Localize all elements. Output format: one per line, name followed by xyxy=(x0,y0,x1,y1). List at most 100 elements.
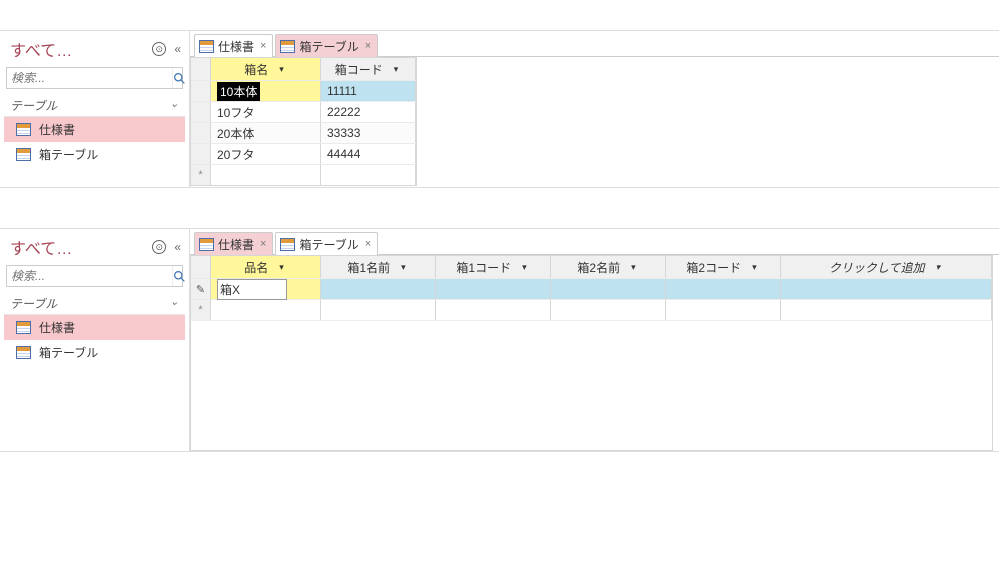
grid-blank-area xyxy=(191,320,992,450)
new-row[interactable]: * xyxy=(191,299,992,320)
cell-empty[interactable] xyxy=(551,300,666,320)
table-row[interactable]: 10フタ 22222 xyxy=(191,101,416,122)
nav-collapse-icon[interactable]: « xyxy=(172,42,183,56)
close-icon[interactable]: × xyxy=(258,40,268,52)
nav-menu-icon[interactable]: ⊙ xyxy=(152,42,166,56)
row-selector[interactable] xyxy=(191,102,211,122)
col-header-hakomei[interactable]: 箱名 ▾ xyxy=(211,58,321,80)
table-icon xyxy=(280,40,295,53)
drop-icon[interactable]: ▾ xyxy=(276,262,287,273)
cell-editing-value[interactable]: 箱X xyxy=(217,279,287,300)
col-header-hinmei[interactable]: 品名 ▾ xyxy=(211,256,321,278)
cell-hakomei[interactable]: 20本体 xyxy=(211,123,321,143)
select-all-cell[interactable] xyxy=(191,58,211,80)
drop-icon[interactable]: ▾ xyxy=(398,262,409,273)
cell-hako1namae[interactable] xyxy=(321,279,436,299)
drop-icon[interactable]: ▾ xyxy=(391,64,402,75)
nav-item-shiyousho[interactable]: 仕様書 xyxy=(4,117,185,142)
panel-bottom: すべて… ⊙ « テーブル ⌄ 仕様書 箱テーブル 仕様書 xyxy=(0,228,999,452)
cell-hakocode[interactable]: 33333 xyxy=(321,123,416,143)
table-icon xyxy=(16,321,31,334)
cell-hakocode[interactable]: 11111 xyxy=(321,81,416,101)
nav-item-hakotable[interactable]: 箱テーブル xyxy=(4,142,185,167)
select-all-cell[interactable] xyxy=(191,256,211,278)
new-row[interactable]: * xyxy=(191,164,416,185)
col-header-hakocode[interactable]: 箱コード ▾ xyxy=(321,58,416,80)
table-row[interactable]: 10本体 11111 xyxy=(191,80,416,101)
tab-label: 仕様書 xyxy=(218,236,254,253)
close-icon[interactable]: × xyxy=(258,238,268,250)
cell-empty[interactable] xyxy=(321,165,416,185)
tab-shiyousho[interactable]: 仕様書 × xyxy=(194,232,273,255)
tab-hakotable[interactable]: 箱テーブル × xyxy=(275,232,378,255)
nav-item-hakotable[interactable]: 箱テーブル xyxy=(4,340,185,365)
table-icon xyxy=(199,40,214,53)
col-label: 箱2名前 xyxy=(577,259,620,276)
drop-icon[interactable]: ▾ xyxy=(749,262,760,273)
cell-hakocode[interactable]: 22222 xyxy=(321,102,416,122)
search-icon[interactable] xyxy=(172,266,186,286)
col-label: 箱1名前 xyxy=(347,259,390,276)
table-icon xyxy=(16,123,31,136)
row-selector-edit-icon[interactable]: ✎ xyxy=(191,279,211,299)
cell-editing-value[interactable]: 10本体 xyxy=(217,82,260,101)
new-row-icon[interactable]: * xyxy=(191,300,211,320)
cell-hako2code[interactable] xyxy=(666,279,781,299)
nav-item-label: 仕様書 xyxy=(39,319,75,336)
table-row[interactable]: 20本体 33333 xyxy=(191,122,416,143)
drop-icon[interactable]: ▾ xyxy=(933,262,944,273)
tab-strip: 仕様書 × 箱テーブル × xyxy=(190,31,999,57)
search-input[interactable] xyxy=(7,68,172,88)
col-header-add[interactable]: クリックして追加 ▾ xyxy=(781,256,992,278)
cell-hakocode[interactable]: 44444 xyxy=(321,144,416,164)
col-header-hako2code[interactable]: 箱2コード ▾ xyxy=(666,256,781,278)
search-input[interactable] xyxy=(7,266,172,286)
cell-empty[interactable] xyxy=(781,300,992,320)
nav-title: すべて… xyxy=(10,37,152,61)
panel-top: すべて… ⊙ « テーブル ⌄ 仕様書 箱テーブル 仕様書 xyxy=(0,30,999,188)
nav-pane: すべて… ⊙ « テーブル ⌄ 仕様書 箱テーブル xyxy=(0,31,190,187)
cell-hakomei[interactable]: 10フタ xyxy=(211,102,321,122)
close-icon[interactable]: × xyxy=(363,238,373,250)
table-icon xyxy=(280,238,295,251)
table-icon xyxy=(16,346,31,359)
close-icon[interactable]: × xyxy=(363,40,373,52)
nav-group-tables[interactable]: テーブル ⌄ xyxy=(4,95,185,117)
row-selector[interactable] xyxy=(191,123,211,143)
tab-strip: 仕様書 × 箱テーブル × xyxy=(190,229,999,255)
cell-hako1code[interactable] xyxy=(436,279,551,299)
cell-hakomei[interactable]: 10本体 xyxy=(211,81,321,101)
col-label: 箱1コード xyxy=(456,259,511,276)
cell-hakomei[interactable]: 20フタ xyxy=(211,144,321,164)
cell-hako2namae[interactable] xyxy=(551,279,666,299)
row-selector[interactable] xyxy=(191,144,211,164)
drop-icon[interactable]: ▾ xyxy=(628,262,639,273)
tab-label: 箱テーブル xyxy=(299,236,358,253)
cell-empty[interactable] xyxy=(211,165,321,185)
tab-hakotable[interactable]: 箱テーブル × xyxy=(275,34,378,57)
nav-collapse-icon[interactable]: « xyxy=(172,240,183,254)
row-selector[interactable] xyxy=(191,81,211,101)
col-header-hako1namae[interactable]: 箱1名前 ▾ xyxy=(321,256,436,278)
cell-empty[interactable] xyxy=(321,300,436,320)
nav-group-tables[interactable]: テーブル ⌄ xyxy=(4,293,185,315)
cell-empty[interactable] xyxy=(436,300,551,320)
col-header-hako2namae[interactable]: 箱2名前 ▾ xyxy=(551,256,666,278)
nav-pane: すべて… ⊙ « テーブル ⌄ 仕様書 箱テーブル xyxy=(0,229,190,451)
drop-icon[interactable]: ▾ xyxy=(276,64,287,75)
table-row[interactable]: ✎ 箱X xyxy=(191,278,992,299)
tab-shiyousho[interactable]: 仕様書 × xyxy=(194,34,273,57)
main-area: 仕様書 × 箱テーブル × 箱名 ▾ 箱コード ▾ xyxy=(190,31,999,187)
cell-empty[interactable] xyxy=(666,300,781,320)
cell-empty[interactable] xyxy=(211,300,321,320)
nav-item-shiyousho[interactable]: 仕様書 xyxy=(4,315,185,340)
drop-icon[interactable]: ▾ xyxy=(519,262,530,273)
nav-menu-icon[interactable]: ⊙ xyxy=(152,240,166,254)
table-row[interactable]: 20フタ 44444 xyxy=(191,143,416,164)
cell-hinmei[interactable]: 箱X xyxy=(211,279,321,299)
search-icon[interactable] xyxy=(172,68,186,88)
cell-empty[interactable] xyxy=(781,279,992,299)
nav-group-label: テーブル xyxy=(10,295,57,312)
new-row-icon[interactable]: * xyxy=(191,165,211,185)
col-header-hako1code[interactable]: 箱1コード ▾ xyxy=(436,256,551,278)
